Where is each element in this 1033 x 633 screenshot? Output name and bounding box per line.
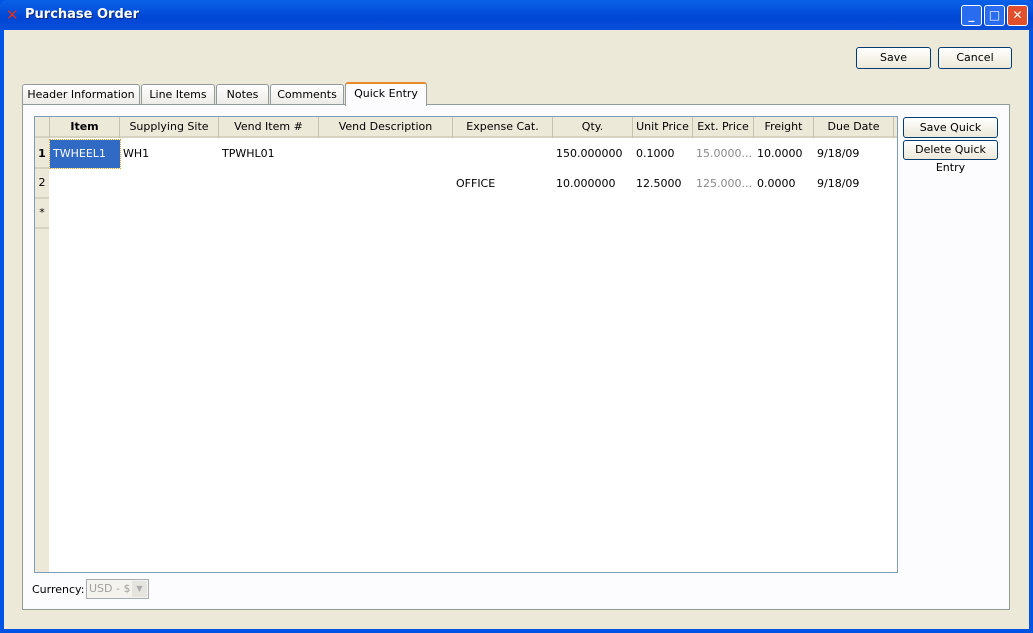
table-header: Item Supplying Site Vend Item # Vend Des… — [35, 117, 897, 138]
col-supplying-site[interactable]: Supplying Site — [120, 117, 219, 138]
col-ext-price[interactable]: Ext. Price — [693, 117, 754, 138]
close-button[interactable]: ✕ — [1007, 5, 1028, 26]
currency-select[interactable]: USD - $ ▼ — [86, 579, 149, 599]
currency-label: Currency: — [32, 583, 85, 596]
tab-comments[interactable]: Comments — [270, 84, 344, 105]
maximize-button[interactable]: □ — [984, 5, 1005, 26]
col-due-date[interactable]: Due Date — [814, 117, 894, 138]
tab-header-information[interactable]: Header Information — [22, 84, 140, 105]
col-expense-cat[interactable]: Expense Cat. — [453, 117, 553, 138]
row-header-2[interactable]: 2 — [35, 169, 49, 199]
col-item[interactable]: Item — [50, 117, 120, 138]
tab-quick-entry[interactable]: Quick Entry — [345, 82, 427, 106]
quick-entry-panel: Item Supplying Site Vend Item # Vend Des… — [22, 104, 1010, 610]
row-header-1[interactable]: 1 — [35, 140, 49, 169]
window-title: Purchase Order — [25, 7, 140, 22]
save-quick-entries-button[interactable]: Save Quick Entries — [903, 117, 998, 153]
col-vend-item[interactable]: Vend Item # — [219, 117, 319, 138]
cancel-button[interactable]: Cancel — [938, 47, 1012, 69]
col-vend-description[interactable]: Vend Description — [319, 117, 453, 138]
currency-value: USD - $ — [89, 582, 131, 595]
col-qty[interactable]: Qty. — [553, 117, 633, 138]
quick-entry-table[interactable]: Item Supplying Site Vend Item # Vend Des… — [34, 116, 898, 573]
col-freight[interactable]: Freight — [754, 117, 814, 138]
col-unit-price[interactable]: Unit Price — [633, 117, 693, 138]
save-button[interactable]: Save — [856, 47, 931, 69]
tab-notes[interactable]: Notes — [216, 84, 269, 105]
chevron-down-icon: ▼ — [132, 581, 147, 597]
app-icon: ✕ — [6, 6, 19, 24]
tab-line-items[interactable]: Line Items — [141, 84, 215, 105]
row-header-new[interactable]: * — [35, 199, 49, 229]
delete-quick-entry-button[interactable]: Delete Quick Entry — [903, 140, 998, 174]
window-client: Save Cancel Header Information Line Item… — [4, 30, 1029, 629]
minimize-button[interactable]: _ — [961, 5, 982, 26]
title-bar: ✕ Purchase Order _ □ ✕ — [0, 0, 1033, 30]
